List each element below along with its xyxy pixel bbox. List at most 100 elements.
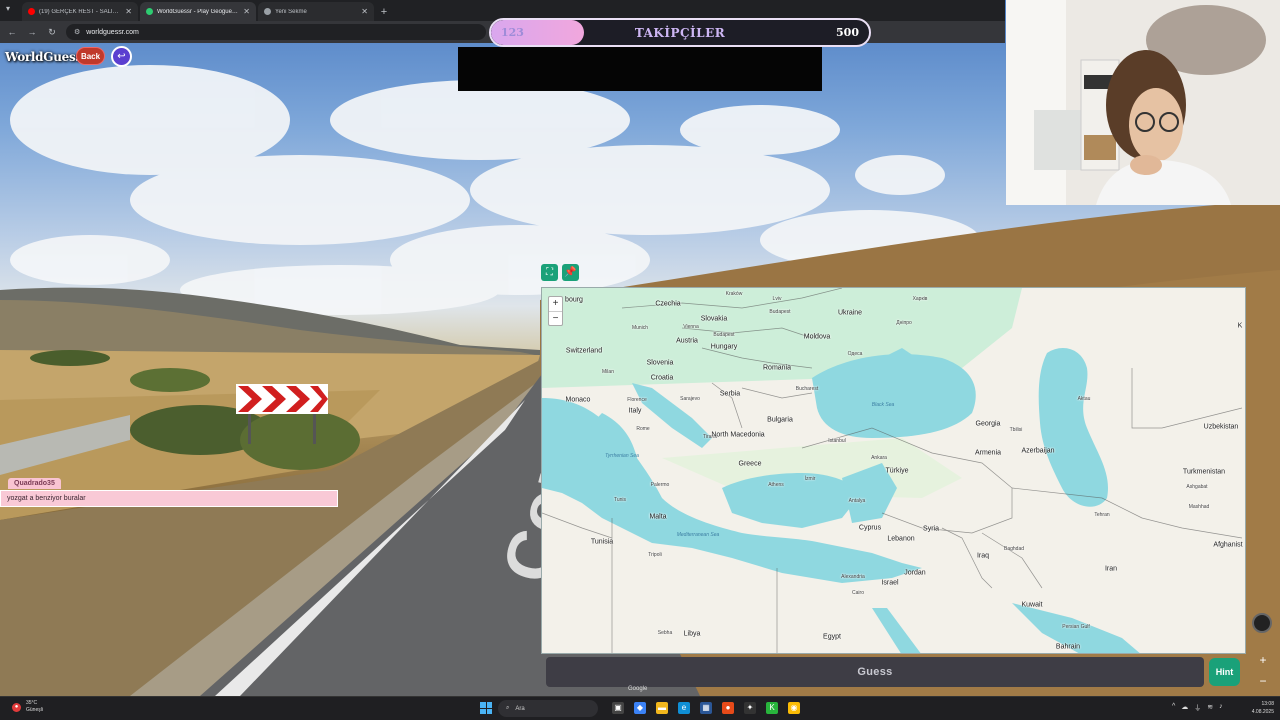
site-info-icon[interactable]: ⚙: [74, 28, 80, 36]
task-view-icon[interactable]: ▣: [612, 702, 624, 714]
new-tab-button[interactable]: +: [376, 2, 392, 21]
clock-date: 4.08.2025: [1251, 709, 1274, 715]
chevron-up-icon[interactable]: ^: [1172, 703, 1175, 713]
map-label: Jordan: [904, 569, 926, 577]
return-to-start-button[interactable]: ↩: [111, 46, 132, 67]
map-toolbar: ⛶ 📌: [541, 264, 579, 281]
map-label: Milan: [602, 369, 614, 375]
stream-overlay-box: [458, 47, 822, 91]
map-label: Armenia: [974, 449, 1002, 457]
chat-username: Quadrado35: [8, 478, 61, 489]
map-label: Croatia: [650, 374, 674, 382]
map-label: Alexandria: [841, 574, 865, 580]
url-field[interactable]: ⚙ worldguessr.com: [66, 24, 486, 40]
map-label: Turkmenistan: [1182, 468, 1226, 476]
guess-button[interactable]: Guess: [546, 657, 1204, 687]
weather-widget[interactable]: ● 35°C Güneşli: [12, 700, 43, 714]
map-label: Munich: [631, 325, 649, 331]
close-tab-icon[interactable]: ✕: [243, 7, 250, 16]
map-label: Libya: [683, 630, 701, 638]
tab-search-icon[interactable]: ▾: [6, 4, 10, 13]
map-label: Czechia: [655, 300, 681, 308]
chat-message: Quadrado35 yozgat a benziyor buralar: [0, 472, 338, 507]
map-label: Rome: [636, 426, 650, 432]
wifi-icon[interactable]: ≋: [1207, 703, 1213, 713]
close-tab-icon[interactable]: ✕: [125, 7, 132, 16]
map-label: Austria: [676, 337, 698, 345]
store-icon[interactable]: ▦: [700, 702, 712, 714]
pin-map-button[interactable]: 📌: [562, 264, 579, 281]
map-label: Romania: [762, 364, 792, 372]
map-label: Mashhad: [1188, 504, 1210, 510]
map-label: Sebha: [657, 630, 673, 636]
compass-icon[interactable]: [1252, 613, 1272, 633]
street-view-zoom-in-button[interactable]: +: [1254, 651, 1272, 669]
map-label: Switzerland: [565, 347, 603, 355]
search-icon: ⌕: [506, 705, 510, 711]
map-label: Одеса: [847, 351, 863, 357]
map-label: bourg: [565, 296, 583, 304]
map-label: Malta: [649, 513, 667, 521]
forward-arrow-icon[interactable]: →: [26, 27, 38, 37]
webcam-overlay: [1006, 0, 1280, 205]
expand-icon: ⛶: [546, 267, 553, 278]
map-label: North Macedonia: [711, 431, 765, 439]
kick-icon[interactable]: K: [766, 702, 778, 714]
webcam-image: [1006, 0, 1280, 205]
map-label: Iraq: [976, 552, 990, 560]
hint-button[interactable]: Hint: [1209, 658, 1240, 686]
tab-label: (19) GERÇEK REST - SALINCAK: [39, 8, 122, 15]
map-label: Kuwait: [1021, 601, 1043, 609]
browser-tab-worldguessr[interactable]: WorldGuessr - Play Geoguessr ✕: [140, 2, 256, 21]
globe-favicon-icon: [264, 8, 271, 15]
map-label: Mediterranean Sea: [676, 532, 720, 538]
close-tab-icon[interactable]: ✕: [361, 7, 368, 16]
expand-map-button[interactable]: ⛶: [541, 264, 558, 281]
map-label: Tunisia: [590, 538, 614, 546]
map-label: Tunis: [613, 497, 627, 503]
browser-tab-new[interactable]: Yeni Sekme ✕: [258, 2, 374, 21]
edge-icon[interactable]: e: [678, 702, 690, 714]
guess-map[interactable]: + − bourg Czechia Kraków Lviv Харків Ukr…: [541, 287, 1246, 654]
firefox-icon[interactable]: ●: [722, 702, 734, 714]
back-button[interactable]: Back: [76, 47, 105, 65]
map-label: Tehran: [1094, 512, 1110, 518]
clock-time: 13:08: [1261, 701, 1274, 707]
map-label: Харків: [912, 296, 928, 302]
map-label: Budapest: [769, 309, 791, 315]
map-label: Monaco: [565, 396, 591, 404]
url-text: worldguessr.com: [86, 28, 139, 36]
google-attribution: Google: [628, 686, 648, 692]
usb-icon[interactable]: ⏚: [1194, 703, 1201, 713]
map-label: Slovenia: [646, 359, 674, 367]
volume-icon[interactable]: ♪: [1219, 703, 1223, 713]
taskbar-clock[interactable]: 13:08 4.08.2025: [1238, 700, 1274, 716]
windows-start-icon[interactable]: [480, 702, 492, 714]
reload-icon[interactable]: ↻: [46, 27, 58, 38]
street-view-zoom-out-button[interactable]: −: [1254, 672, 1272, 690]
file-explorer-icon[interactable]: ▬: [656, 702, 668, 714]
screen: Corum ▾ (19) GERÇEK REST - SALINCAK ✕ Wo…: [0, 0, 1280, 720]
map-label: Athens: [768, 482, 784, 488]
back-arrow-icon[interactable]: ←: [6, 27, 18, 37]
map-zoom-out-button[interactable]: −: [549, 311, 562, 325]
map-label: Hungary: [710, 343, 738, 351]
copilot-icon[interactable]: ◆: [634, 702, 646, 714]
map-label: Palermo: [650, 482, 670, 488]
map-zoom-in-button[interactable]: +: [549, 297, 562, 311]
chrome-icon[interactable]: ◉: [788, 702, 800, 714]
map-label: Sarajevo: [680, 396, 700, 402]
map-label: Cyprus: [858, 524, 882, 532]
map-label: Serbia: [719, 390, 741, 398]
browser-tab-youtube[interactable]: (19) GERÇEK REST - SALINCAK ✕: [22, 2, 138, 21]
cloud-icon[interactable]: ☁: [1181, 703, 1188, 713]
youtube-favicon-icon: [28, 8, 35, 15]
map-label: Istanbul: [828, 438, 846, 444]
map-label: Tripoli: [648, 552, 662, 558]
map-label: Italy: [628, 407, 642, 415]
map-label: Israel: [881, 579, 899, 587]
map-label: Budapest: [713, 332, 735, 338]
taskbar-search[interactable]: ⌕ Ara: [498, 700, 598, 717]
map-label: Syria: [923, 525, 939, 533]
app-icon[interactable]: ✦: [744, 702, 756, 714]
